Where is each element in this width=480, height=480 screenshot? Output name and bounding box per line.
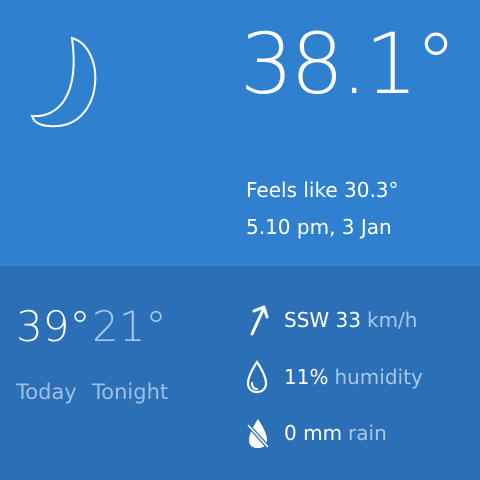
moon-icon <box>30 36 97 128</box>
wind-direction-arrow-icon <box>246 303 280 337</box>
current-temperature: 38.1° <box>240 15 457 113</box>
rain-label: rain <box>348 421 387 445</box>
today-label: Today <box>16 380 77 404</box>
high-temperature: 39° <box>16 302 91 351</box>
observation-time: 5.10 pm, 3 Jan <box>246 215 392 239</box>
weather-widget: 38.1° Feels like 30.3° 5.10 pm, 3 Jan 39… <box>0 0 480 480</box>
rain-row: 0 mm rain <box>246 416 476 450</box>
feels-like-text: Feels like 30.3° <box>246 178 399 202</box>
humidity-value: 11% <box>284 365 329 389</box>
no-rain-drop-icon <box>246 416 280 450</box>
humidity-label: humidity <box>334 365 423 389</box>
low-temperature: 21° <box>92 302 167 351</box>
wind-unit: km/h <box>366 308 418 332</box>
current-conditions-panel: 38.1° Feels like 30.3° 5.10 pm, 3 Jan <box>0 0 480 266</box>
tonight-label: Tonight <box>92 380 169 404</box>
humidity-row: 11% humidity <box>246 360 476 394</box>
humidity-drop-icon <box>246 360 280 394</box>
wind-speed: SSW 33 <box>284 308 361 332</box>
rain-value: 0 mm <box>284 421 343 445</box>
wind-row: SSW 33 km/h <box>246 303 476 337</box>
